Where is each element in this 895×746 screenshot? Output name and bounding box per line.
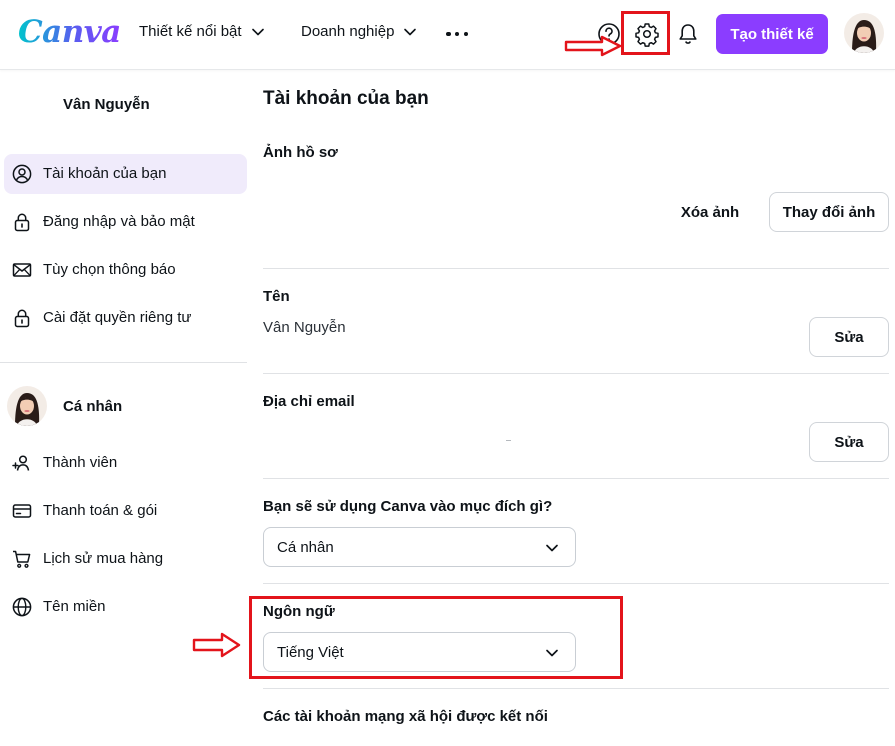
sidebar-item-your-account[interactable]: Tài khoản của bạn [4, 154, 247, 194]
sidebar-item-domains[interactable]: Tên miền [4, 587, 247, 627]
credit-card-icon [12, 504, 32, 518]
sidebar-divider [0, 362, 247, 363]
language-selected-value: Tiếng Việt [277, 644, 344, 661]
help-icon[interactable] [596, 21, 622, 47]
sidebar-item-members[interactable]: Thành viên [4, 443, 247, 483]
sidebar-item-billing[interactable]: Thanh toán & gói [4, 491, 247, 531]
sidebar-item-privacy[interactable]: Cài đặt quyền riêng tư [4, 298, 247, 338]
team-name: Cá nhân [63, 398, 123, 415]
nav-business[interactable]: Doanh nghiệp [301, 23, 417, 40]
nav-featured-designs[interactable]: Thiết kế nổi bật [139, 23, 265, 40]
sidebar-item-notifications[interactable]: Tùy chọn thông báo [4, 250, 247, 290]
chevron-down-icon [546, 649, 558, 657]
create-design-button[interactable]: Tạo thiết kế [716, 14, 828, 54]
nav-business-label: Doanh nghiệp [301, 23, 395, 40]
sidebar-user-name: Vân Nguyễn [63, 96, 150, 113]
section-divider [263, 583, 889, 584]
more-icon[interactable] [446, 24, 468, 44]
section-divider [263, 373, 889, 374]
section-divider [263, 478, 889, 479]
purpose-label: Bạn sẽ sử dụng Canva vào mục đích gì? [263, 498, 553, 515]
language-label: Ngôn ngữ [263, 603, 335, 620]
chevron-down-icon [404, 28, 417, 35]
sidebar-item-label: Thanh toán & gói [43, 502, 158, 519]
sidebar-item-label: Thành viên [43, 454, 118, 471]
cart-icon [13, 550, 31, 568]
purpose-select[interactable]: Cá nhân [263, 527, 576, 567]
mail-icon [12, 263, 32, 277]
user-circle-icon [12, 164, 32, 184]
sidebar-item-label: Tên miền [43, 598, 106, 615]
avatar [7, 386, 47, 426]
email-value-placeholder [506, 440, 511, 441]
section-divider [263, 268, 889, 269]
sidebar-item-label: Tài khoản của bạn [43, 165, 167, 182]
email-label: Địa chỉ email [263, 393, 355, 410]
chevron-down-icon [546, 544, 558, 552]
nav-featured-designs-label: Thiết kế nổi bật [139, 23, 242, 40]
sidebar-item-label: Lịch sử mua hàng [43, 550, 164, 567]
connected-social-label: Các tài khoản mạng xã hội được kết nối [263, 708, 548, 725]
bell-icon[interactable] [675, 21, 701, 47]
gear-icon[interactable] [634, 21, 660, 47]
chevron-down-icon [251, 28, 264, 35]
avatar[interactable] [844, 13, 884, 53]
arrow-annotation-icon [192, 632, 241, 658]
edit-email-button[interactable]: Sửa [809, 422, 889, 462]
change-photo-button[interactable]: Thay đổi ảnh [769, 192, 889, 232]
sidebar-item-label: Đăng nhập và bảo mật [43, 213, 195, 230]
sidebar-item-label: Tùy chọn thông báo [43, 261, 176, 278]
name-label: Tên [263, 288, 290, 305]
page-title: Tài khoản của bạn [263, 88, 429, 109]
section-divider [263, 688, 889, 689]
sidebar-item-login-security[interactable]: Đăng nhập và bảo mật [4, 202, 247, 242]
sidebar-item-purchase-history[interactable]: Lịch sử mua hàng [4, 539, 247, 579]
remove-photo-button[interactable]: Xóa ảnh [667, 200, 753, 224]
profile-photo-label: Ảnh hồ sơ [263, 144, 338, 161]
globe-icon [12, 597, 32, 617]
edit-name-button[interactable]: Sửa [809, 317, 889, 357]
purpose-selected-value: Cá nhân [277, 539, 334, 556]
lock-icon [14, 213, 30, 232]
lock-icon [14, 309, 30, 328]
top-header: Canva Thiết kế nổi bật Doanh nghiệp Tạo … [0, 0, 895, 70]
language-select[interactable]: Tiếng Việt [263, 632, 576, 672]
add-person-icon [12, 455, 30, 471]
name-value: Vân Nguyễn [263, 319, 346, 336]
canva-logo[interactable]: Canva [18, 14, 121, 50]
sidebar-item-label: Cài đặt quyền riêng tư [43, 309, 192, 326]
